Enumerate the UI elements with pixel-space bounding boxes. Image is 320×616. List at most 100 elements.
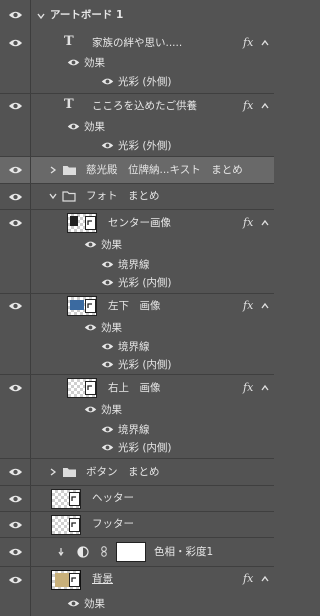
visibility-toggle[interactable]	[0, 538, 31, 566]
layer-row-center-image[interactable]: センター画像 fx 効果 境界線 光彩 (内側)	[0, 210, 274, 293]
layer-row-bottom-left-image[interactable]: 左下 画像 fx 効果 境界線 光彩 (内側)	[0, 294, 274, 374]
smart-object-icon	[85, 216, 96, 230]
visibility-toggle[interactable]	[0, 31, 31, 94]
clipping-arrow-icon	[58, 548, 64, 557]
eye-icon[interactable]	[101, 342, 114, 351]
chevron-up-icon[interactable]	[260, 383, 270, 393]
layer-name: こころを込めたご供養	[92, 100, 197, 112]
visibility-toggle[interactable]	[0, 486, 31, 511]
layer-row-top-right-image[interactable]: 右上 画像 fx 効果 境界線 光彩 (内側)	[0, 375, 274, 458]
layer-row-hue-saturation[interactable]: 色相・彩度1	[0, 538, 274, 566]
layers-panel: アートボード 1 T 家族の絆や思い..... fx 効果 光彩 (外側) T …	[0, 0, 274, 616]
eye-icon	[8, 548, 23, 556]
smart-object-icon	[69, 573, 80, 587]
chevron-up-icon[interactable]	[260, 574, 270, 584]
eye-icon[interactable]	[101, 278, 114, 287]
chevron-right-icon[interactable]	[48, 165, 58, 175]
fx-icon[interactable]: fx	[243, 299, 253, 313]
eye-icon[interactable]	[101, 443, 114, 452]
layer-row-artboard[interactable]: アートボード 1	[0, 0, 274, 31]
chevron-down-icon[interactable]	[36, 11, 46, 21]
layer-row-text-1[interactable]: T 家族の絆や思い..... fx 効果 光彩 (外側)	[0, 31, 274, 94]
eye-icon	[8, 576, 23, 584]
folder-icon	[63, 166, 76, 175]
layer-row-group-button[interactable]: ボタン まとめ	[0, 459, 274, 485]
artboard-label: アートボード 1	[50, 9, 124, 21]
visibility-toggle[interactable]	[0, 210, 31, 293]
eye-icon[interactable]	[84, 405, 97, 414]
effect-stroke[interactable]: 境界線	[118, 258, 150, 272]
eye-icon	[8, 193, 23, 201]
eye-icon	[8, 384, 23, 392]
eye-icon	[8, 302, 23, 310]
effects-label: 効果	[84, 57, 105, 69]
visibility-toggle[interactable]	[0, 512, 31, 537]
effects-label: 効果	[84, 121, 105, 133]
eye-icon	[8, 166, 23, 174]
smart-object-icon	[69, 518, 80, 532]
smart-object-icon	[85, 299, 96, 313]
visibility-toggle[interactable]	[0, 94, 31, 157]
eye-icon[interactable]	[84, 323, 97, 332]
effect-stroke[interactable]: 境界線	[118, 340, 150, 354]
layer-row-text-2[interactable]: T こころを込めたご供養 fx 効果 光彩 (外側)	[0, 94, 274, 157]
visibility-toggle[interactable]	[0, 459, 31, 485]
layer-name: ボタン まとめ	[86, 466, 160, 478]
fx-icon[interactable]: fx	[243, 216, 253, 230]
layer-name: フォト まとめ	[86, 190, 160, 202]
eye-icon[interactable]	[101, 260, 114, 269]
eye-icon[interactable]	[101, 425, 114, 434]
eye-icon[interactable]	[67, 58, 80, 67]
effect-outer-glow[interactable]: 光彩 (外側)	[118, 139, 172, 153]
chevron-up-icon[interactable]	[260, 218, 270, 228]
fx-icon[interactable]: fx	[243, 36, 253, 50]
eye-icon[interactable]	[67, 122, 80, 131]
fx-icon[interactable]: fx	[243, 99, 253, 113]
visibility-toggle[interactable]	[0, 0, 31, 31]
eye-icon	[8, 102, 23, 110]
effect-inner-glow[interactable]: 光彩 (内側)	[118, 441, 172, 455]
eye-icon	[8, 11, 23, 19]
fx-icon[interactable]: fx	[243, 381, 253, 395]
visibility-toggle[interactable]	[0, 375, 31, 458]
layer-mask-thumbnail[interactable]	[116, 542, 146, 562]
effects-label: 効果	[101, 404, 122, 416]
effect-inner-glow[interactable]: 光彩 (内側)	[118, 276, 172, 290]
adjustment-icon	[77, 546, 89, 558]
eye-icon	[8, 219, 23, 227]
visibility-toggle[interactable]	[0, 294, 31, 374]
chevron-up-icon[interactable]	[260, 301, 270, 311]
layer-row-group-photo[interactable]: フォト まとめ	[0, 184, 274, 209]
layer-name: 慈光殿 位牌納...キスト まとめ	[86, 164, 243, 176]
chevron-up-icon[interactable]	[260, 38, 270, 48]
layer-name: センター画像	[108, 217, 171, 229]
effect-outer-glow[interactable]: 光彩 (外側)	[118, 75, 172, 89]
eye-icon	[8, 39, 23, 47]
eye-icon[interactable]	[101, 77, 114, 86]
eye-icon[interactable]	[101, 141, 114, 150]
layer-row-background[interactable]: 背景 fx 効果	[0, 567, 274, 616]
eye-icon[interactable]	[67, 599, 80, 608]
visibility-toggle[interactable]	[0, 184, 31, 209]
chevron-up-icon[interactable]	[260, 101, 270, 111]
fx-icon[interactable]: fx	[243, 572, 253, 586]
eye-icon[interactable]	[84, 240, 97, 249]
visibility-toggle[interactable]	[0, 567, 31, 616]
effect-stroke[interactable]: 境界線	[118, 423, 150, 437]
layer-name: 左下 画像	[108, 300, 161, 312]
smart-object-icon	[85, 381, 96, 395]
link-icon[interactable]	[101, 546, 107, 557]
folder-open-icon	[62, 191, 76, 202]
smart-object-icon	[69, 492, 80, 506]
layer-row-footer[interactable]: フッター	[0, 512, 274, 537]
effect-inner-glow[interactable]: 光彩 (内側)	[118, 358, 172, 372]
layer-row-group-jikoden[interactable]: 慈光殿 位牌納...キスト まとめ	[0, 157, 274, 183]
visibility-toggle[interactable]	[0, 157, 31, 183]
chevron-right-icon[interactable]	[48, 467, 58, 477]
eye-icon	[8, 495, 23, 503]
layer-row-header[interactable]: ヘッター	[0, 486, 274, 511]
chevron-down-icon[interactable]	[48, 191, 58, 201]
eye-icon	[8, 468, 23, 476]
layer-name: 背景	[92, 573, 113, 585]
eye-icon[interactable]	[101, 360, 114, 369]
